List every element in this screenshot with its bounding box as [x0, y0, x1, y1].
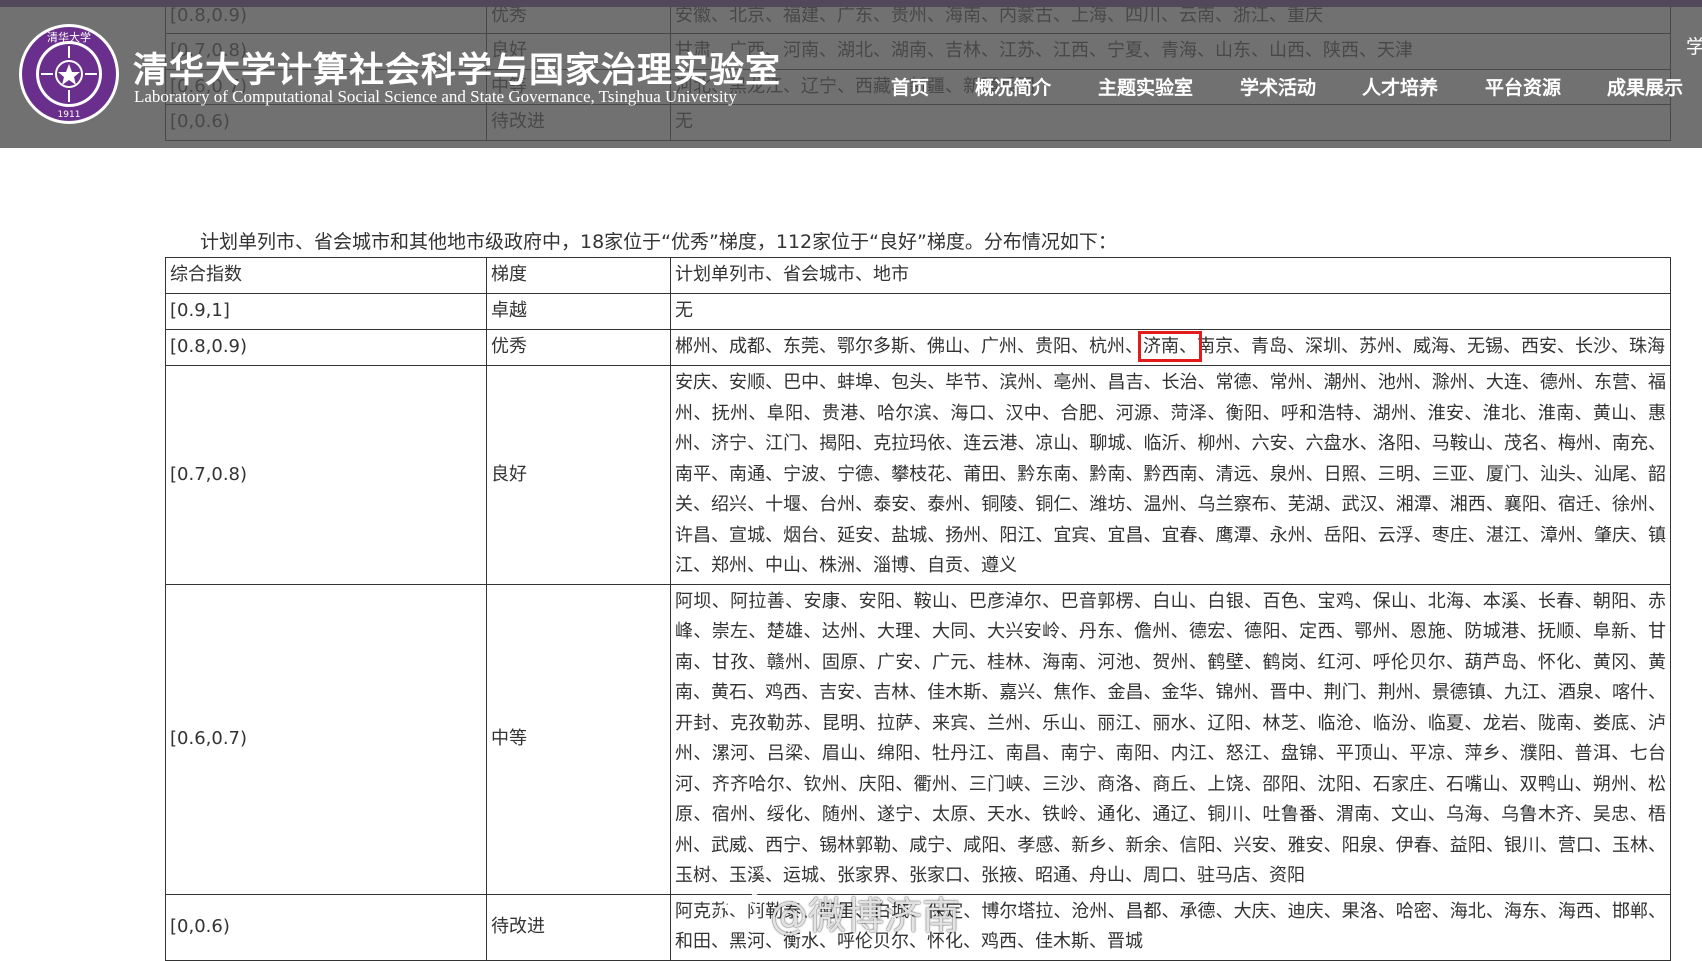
table-header-row: 综合指数 梯度 计划单列市、省会城市、地市	[165, 257, 1671, 294]
nav-item-theme-labs[interactable]: 主题实验室	[1098, 73, 1193, 100]
header-index: 综合指数	[165, 257, 487, 294]
nav-item-overview[interactable]: 概况简介	[975, 73, 1051, 100]
table-row: [0.8,0.9) 优秀 郴州、成都、东莞、鄂尔多斯、佛山、广州、贵阳、杭州、济…	[165, 329, 1671, 366]
nav-item-home[interactable]: 首页	[891, 73, 929, 100]
row-grade: 待改进	[486, 893, 671, 961]
row-grade: 优秀	[486, 329, 671, 366]
table-row: [0.6,0.7) 中等 阿坝、阿拉善、安康、安阳、鞍山、巴彦淖尔、巴音郭楞、白…	[165, 583, 1671, 895]
site-header: 清华大学 1911 清华大学计算社会科学与国家治理实验室 Laboratory …	[0, 0, 1702, 148]
city-grade-table: 综合指数 梯度 计划单列市、省会城市、地市 [0.9,1] 卓越 无 [0.8,…	[165, 257, 1671, 961]
logo-year: 1911	[58, 110, 81, 120]
row-grade: 良好	[486, 365, 671, 585]
intro-paragraph: 计划单列市、省会城市和其他地市级政府中，18家位于“优秀”梯度，112家位于“良…	[200, 231, 1117, 253]
row-cities: 安庆、安顺、巴中、蚌埠、包头、毕节、滨州、亳州、昌吉、长治、常德、常州、潮州、池…	[670, 365, 1671, 585]
nav-item-truncated[interactable]: 学	[1686, 32, 1702, 59]
cities-after: 南京、青岛、深圳、苏州、威海、无锡、西安、长沙、珠海	[1197, 336, 1665, 358]
row-cities: 阿坝、阿拉善、安康、安阳、鞍山、巴彦淖尔、巴音郭楞、白山、白银、百色、宝鸡、保山…	[670, 583, 1671, 895]
row-grade: 中等	[486, 583, 671, 895]
highlighted-city-jinan: 济南、	[1138, 331, 1202, 363]
row-index: [0.6,0.7)	[165, 583, 487, 895]
table-row: [0.7,0.8) 良好 安庆、安顺、巴中、蚌埠、包头、毕节、滨州、亳州、昌吉、…	[165, 365, 1671, 585]
row-index: [0.7,0.8)	[165, 365, 487, 585]
header-grade: 梯度	[486, 257, 671, 294]
nav-item-platform-resources[interactable]: 平台资源	[1485, 73, 1561, 100]
row-index: [0.9,1]	[165, 293, 487, 330]
nav-item-talent-training[interactable]: 人才培养	[1362, 73, 1438, 100]
row-cities: 无	[670, 293, 1671, 330]
site-subtitle: Laboratory of Computational Social Scien…	[134, 87, 737, 106]
row-index: [0,0.6)	[165, 893, 487, 961]
logo-text: 清华大学	[47, 30, 91, 44]
row-grade: 卓越	[486, 293, 671, 330]
header-cities: 计划单列市、省会城市、地市	[670, 257, 1671, 294]
table-row: [0.9,1] 卓越 无	[165, 293, 1671, 330]
site-title: 清华大学计算社会科学与国家治理实验室	[133, 50, 782, 91]
nav-item-academic-activities[interactable]: 学术活动	[1240, 73, 1316, 100]
tsinghua-seal-logo[interactable]: 清华大学 1911	[17, 22, 121, 126]
row-cities: 郴州、成都、东莞、鄂尔多斯、佛山、广州、贵阳、杭州、济南、南京、青岛、深圳、苏州…	[670, 329, 1671, 366]
nav-item-achievements[interactable]: 成果展示	[1607, 73, 1683, 100]
weibo-icon	[718, 890, 764, 930]
cities-before: 郴州、成都、东莞、鄂尔多斯、佛山、广州、贵阳、杭州、	[675, 336, 1143, 358]
article-page: [0.9,1]卓越[0.8,0.9)优秀安徽、北京、福建、广东、贵州、海南、内蒙…	[0, 0, 1702, 961]
row-index: [0.8,0.9)	[165, 329, 487, 366]
weibo-watermark: @微博济南	[770, 894, 961, 938]
